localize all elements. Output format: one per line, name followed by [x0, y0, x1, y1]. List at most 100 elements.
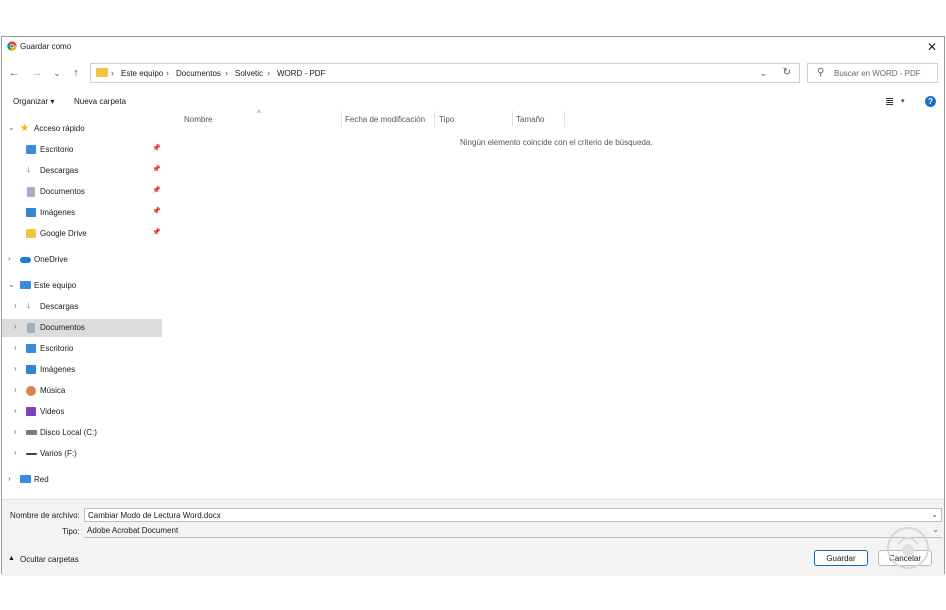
save-as-dialog: Guardar como ✕ ← → ⌄ ↑ › Este equipo › D… [1, 36, 945, 576]
sidebar-item-escritorio[interactable]: Escritorio 📌 [2, 141, 162, 159]
breadcrumb-item[interactable]: WORD - PDF [277, 69, 325, 78]
sidebar-item-quick-access[interactable]: ⌄ ★ Acceso rápido [2, 120, 162, 138]
search-icon: ⚲ [817, 67, 825, 78]
sidebar-item-google-drive[interactable]: Google Drive 📌 [2, 225, 162, 243]
chevron-right-icon: › [14, 448, 17, 457]
column-header-fecha[interactable]: Fecha de modificación [345, 115, 425, 124]
document-icon [27, 323, 35, 333]
sidebar-item-red[interactable]: › Red [2, 471, 162, 489]
chevron-down-icon[interactable]: ⌄ [759, 68, 767, 79]
sidebar-item-label: Descargas [40, 166, 79, 175]
column-divider[interactable] [434, 111, 435, 127]
sort-ascending-icon: ^ [257, 109, 261, 118]
network-icon [20, 475, 31, 483]
sidebar-item-pc-musica[interactable]: › Música [2, 382, 162, 400]
watermark-logo [887, 527, 929, 569]
view-dropdown-icon[interactable]: ▾ [901, 97, 905, 105]
sidebar-item-pc-videos[interactable]: › Videos [2, 403, 162, 421]
sidebar-item-label: Varios (F:) [40, 449, 77, 458]
drive-icon [26, 453, 37, 455]
chevron-right-icon: › [14, 385, 17, 394]
navigation-pane: ⌄ ★ Acceso rápido Escritorio 📌 ↓ Descarg… [2, 117, 164, 497]
column-header-tipo[interactable]: Tipo [439, 115, 454, 124]
sidebar-item-pc-disco-local[interactable]: › Disco Local (C:) [2, 424, 162, 442]
chevron-down-icon[interactable]: ⌄ [932, 525, 939, 534]
drive-icon [26, 430, 37, 435]
sidebar-item-label: Google Drive [40, 229, 87, 238]
forward-button[interactable]: → [29, 65, 45, 81]
sidebar-item-pc-documentos[interactable]: › Documentos [2, 319, 162, 337]
folder-icon [26, 229, 36, 238]
sidebar-item-pc-varios[interactable]: › Varios (F:) [2, 445, 162, 463]
star-icon: ★ [20, 123, 29, 134]
back-button[interactable]: ← [6, 65, 22, 81]
sidebar-item-label: Videos [40, 407, 65, 416]
breadcrumb-item[interactable]: Solvetic [235, 69, 263, 78]
sidebar-item-label: Imágenes [40, 208, 76, 217]
sidebar-item-label: Disco Local (C:) [40, 428, 97, 437]
sidebar-item-pc-imagenes[interactable]: › Imágenes [2, 361, 162, 379]
sidebar-item-label: Documentos [40, 187, 85, 196]
sidebar-item-descargas[interactable]: ↓ Descargas 📌 [2, 162, 162, 180]
chevron-right-icon: › [14, 322, 17, 331]
sidebar-item-label: Red [34, 475, 49, 484]
sidebar-item-label: Acceso rápido [34, 124, 85, 133]
chevron-down-icon: ⌄ [8, 123, 15, 132]
view-list-icon[interactable]: ≣ [885, 95, 894, 108]
save-button[interactable]: Guardar [814, 550, 868, 566]
folder-icon [96, 68, 108, 77]
chevron-right-icon: › [8, 474, 11, 483]
empty-list-message: Ningún elemento coincide con el criterio… [460, 138, 653, 147]
pin-icon[interactable]: 📌 [152, 207, 161, 215]
window-title: Guardar como [20, 42, 72, 51]
address-bar[interactable]: › Este equipo › Documentos › Solvetic › … [90, 63, 800, 83]
music-icon [26, 386, 36, 396]
chevron-down-icon: ⌄ [8, 280, 15, 289]
address-row: ← → ⌄ ↑ › Este equipo › Documentos › Sol… [2, 61, 944, 87]
sidebar-item-este-equipo[interactable]: ⌄ Este equipo [2, 277, 162, 295]
sidebar-item-pc-descargas[interactable]: › ↓ Descargas [2, 298, 162, 316]
download-icon: ↓ [26, 300, 31, 311]
sidebar-item-onedrive[interactable]: › OneDrive [2, 251, 162, 269]
search-box[interactable]: ⚲ Buscar en WORD - PDF [807, 63, 938, 83]
chevron-right-icon: › [8, 254, 11, 263]
column-divider[interactable] [512, 111, 513, 127]
hide-folders-label: Ocultar carpetas [20, 555, 79, 564]
sidebar-item-label: Música [40, 386, 66, 395]
sidebar-item-label: Documentos [40, 323, 85, 332]
desktop-icon [26, 145, 36, 154]
chevron-right-icon: › [225, 68, 228, 78]
pin-icon[interactable]: 📌 [152, 186, 161, 194]
desktop-icon [26, 344, 36, 353]
filename-field[interactable]: Cambiar Modo de Lectura Word.docx ⌄ [84, 508, 942, 522]
column-divider[interactable] [341, 111, 342, 127]
sidebar-item-documentos[interactable]: Documentos 📌 [2, 183, 162, 201]
pictures-icon [26, 208, 36, 217]
breadcrumb-item[interactable]: Documentos [176, 69, 221, 78]
help-icon[interactable]: ? [925, 96, 936, 107]
pin-icon[interactable]: 📌 [152, 228, 161, 236]
sidebar-item-label: Imágenes [40, 365, 76, 374]
sidebar-item-pc-escritorio[interactable]: › Escritorio [2, 340, 162, 358]
sidebar-item-imagenes[interactable]: Imágenes 📌 [2, 204, 162, 222]
sidebar-item-label: Escritorio [40, 344, 74, 353]
filename-value: Cambiar Modo de Lectura Word.docx [88, 511, 221, 520]
organize-button[interactable]: Organizar ▾ [13, 97, 54, 106]
download-icon: ↓ [26, 164, 31, 175]
pin-icon[interactable]: 📌 [152, 165, 161, 173]
breadcrumb-item[interactable]: Este equipo [121, 69, 163, 78]
new-folder-button[interactable]: Nueva carpeta [74, 97, 126, 106]
column-header-nombre[interactable]: Nombre [184, 115, 212, 124]
refresh-icon[interactable]: ↻ [783, 67, 791, 78]
column-header-tamano[interactable]: Tamaño [516, 115, 544, 124]
chrome-app-icon [7, 41, 17, 51]
close-button[interactable]: ✕ [920, 37, 944, 57]
recent-locations-button[interactable]: ⌄ [49, 65, 65, 81]
file-type-select[interactable]: Adobe Acrobat Document ⌄ [84, 524, 942, 538]
up-button[interactable]: ↑ [68, 65, 84, 81]
file-type-value: Adobe Acrobat Document [87, 526, 179, 535]
chevron-down-icon[interactable]: ⌄ [931, 510, 938, 519]
save-form-panel: Nombre de archivo: Cambiar Modo de Lectu… [2, 499, 944, 576]
column-divider[interactable] [564, 111, 565, 127]
pin-icon[interactable]: 📌 [152, 144, 161, 152]
